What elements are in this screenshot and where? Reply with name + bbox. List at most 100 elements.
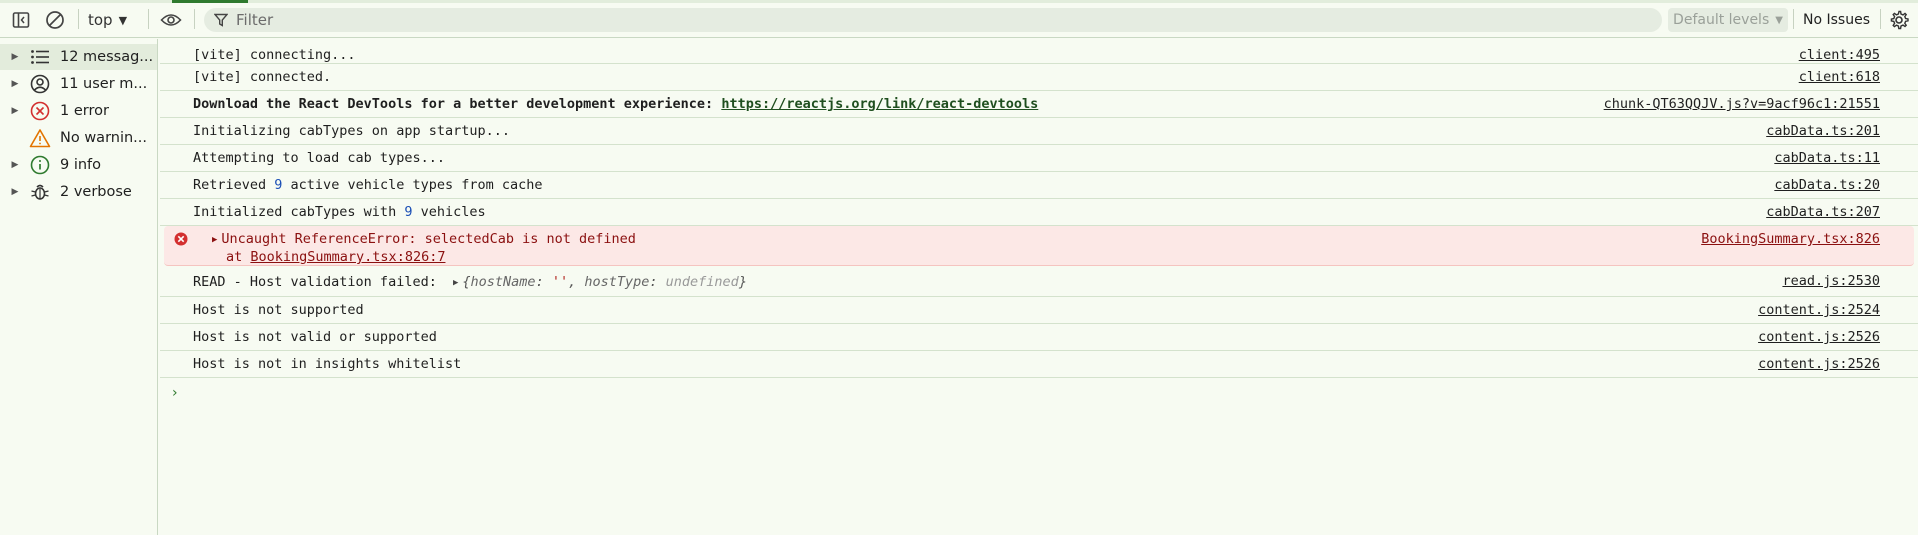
source-link[interactable]: cabData.ts:207 bbox=[1766, 204, 1880, 220]
object-value: '' bbox=[551, 274, 569, 290]
sidebar-item-label: 12 messag... bbox=[60, 49, 154, 65]
message-text-prefix: READ - Host validation failed: bbox=[193, 274, 445, 290]
sidebar-item-info[interactable]: ▶ 9 info bbox=[0, 152, 157, 178]
sidebar-item-label: 9 info bbox=[60, 157, 102, 173]
expand-arrow-icon[interactable]: ▶ bbox=[212, 235, 217, 245]
log-levels-dropdown[interactable]: Default levels ▼ bbox=[1668, 8, 1788, 32]
panel-tab-strip bbox=[0, 0, 1918, 3]
issues-label: No Issues bbox=[1803, 12, 1870, 28]
issues-counter-button[interactable]: No Issues bbox=[1803, 6, 1870, 34]
warning-icon bbox=[28, 127, 52, 149]
expand-arrow-icon[interactable]: ▶ bbox=[453, 278, 458, 288]
expand-arrow-icon[interactable]: ▶ bbox=[0, 160, 22, 170]
expand-arrow-icon[interactable]: ▶ bbox=[0, 52, 22, 62]
message-text: Download the React DevTools for a better… bbox=[193, 96, 1038, 112]
context-selector[interactable]: top ▼ bbox=[88, 6, 127, 34]
expand-arrow-icon[interactable]: ▶ bbox=[0, 187, 22, 197]
source-link[interactable]: client:618 bbox=[1799, 69, 1880, 85]
object-key: hostName bbox=[470, 274, 536, 290]
console-prompt[interactable]: › bbox=[172, 385, 178, 401]
sidebar-item-messages[interactable]: ▶ 12 messag... bbox=[0, 44, 157, 70]
live-expression-button[interactable] bbox=[156, 6, 186, 34]
console-message[interactable]: Initialized cabTypes with 9 vehicles cab… bbox=[160, 199, 1918, 226]
message-text: [vite] connected. bbox=[193, 69, 332, 85]
message-text: Attempting to load cab types... bbox=[193, 150, 445, 166]
message-text: Retrieved 9 active vehicle types from ca… bbox=[193, 177, 543, 193]
toolbar-separator bbox=[78, 9, 79, 29]
object-brace: { bbox=[462, 274, 471, 290]
object-key: hostType bbox=[584, 274, 650, 290]
expand-arrow-icon[interactable]: ▶ bbox=[0, 79, 22, 89]
console-message[interactable]: Host is not valid or supported content.j… bbox=[160, 324, 1918, 351]
console-message[interactable]: [vite] connecting... client:495 bbox=[160, 42, 1918, 64]
prompt-chevron-icon: › bbox=[172, 385, 178, 401]
console-message[interactable]: Attempting to load cab types... cabData.… bbox=[160, 145, 1918, 172]
sidebar-item-errors[interactable]: ▶ 1 error bbox=[0, 98, 157, 124]
source-link[interactable]: cabData.ts:11 bbox=[1774, 150, 1880, 166]
sidebar-item-user-messages[interactable]: ▶ 11 user m... bbox=[0, 71, 157, 97]
source-link[interactable]: client:495 bbox=[1799, 47, 1880, 63]
toolbar-separator bbox=[194, 9, 195, 29]
console-toolbar: top ▼ Default levels ▼ No Issues bbox=[0, 0, 1918, 38]
filter-input[interactable] bbox=[236, 11, 1636, 29]
object-preview[interactable]: {hostName: '', hostType: undefined} bbox=[462, 274, 747, 290]
sidebar-item-label: 2 verbose bbox=[60, 184, 132, 200]
source-link[interactable]: cabData.ts:20 bbox=[1774, 177, 1880, 193]
sidebar-item-label: No warnin... bbox=[60, 130, 148, 146]
console-settings-button[interactable] bbox=[1885, 6, 1913, 34]
source-link[interactable]: BookingSummary.tsx:826 bbox=[1701, 231, 1880, 247]
console-message[interactable]: Download the React DevTools for a better… bbox=[160, 91, 1918, 118]
message-text: ▶ Uncaught ReferenceError: selectedCab is… bbox=[212, 231, 636, 247]
clear-console-button[interactable] bbox=[42, 6, 68, 34]
error-icon bbox=[28, 100, 52, 122]
message-text-part: active vehicle types from cache bbox=[282, 177, 543, 193]
message-text-prefix: Download the React DevTools for a better… bbox=[193, 96, 722, 112]
levels-label: Default levels bbox=[1673, 12, 1770, 28]
error-icon bbox=[174, 232, 188, 250]
stack-trace: at BookingSummary.tsx:826:7 bbox=[226, 249, 445, 265]
sidebar-item-warnings[interactable]: No warnin... bbox=[0, 125, 157, 151]
console-message[interactable]: Host is not supported content.js:2524 bbox=[160, 297, 1918, 324]
toolbar-separator bbox=[148, 9, 149, 29]
clear-icon bbox=[46, 11, 64, 29]
message-text: Host is not valid or supported bbox=[193, 329, 437, 345]
expand-arrow-icon[interactable]: ▶ bbox=[0, 106, 22, 116]
error-text: Uncaught ReferenceError: selectedCab is … bbox=[221, 231, 636, 247]
sidebar-toggle-button[interactable] bbox=[8, 6, 34, 34]
console-message[interactable]: Retrieved 9 active vehicle types from ca… bbox=[160, 172, 1918, 199]
console-error-message[interactable]: ▶ Uncaught ReferenceError: selectedCab is… bbox=[164, 226, 1914, 266]
source-link[interactable]: cabData.ts:201 bbox=[1766, 123, 1880, 139]
source-link[interactable]: read.js:2530 bbox=[1782, 273, 1880, 289]
console-message[interactable]: [vite] connected. client:618 bbox=[160, 64, 1918, 91]
source-link[interactable]: content.js:2526 bbox=[1758, 329, 1880, 345]
source-link[interactable]: chunk-QT63QQJV.js?v=9acf96c1:21551 bbox=[1604, 96, 1880, 112]
eye-icon bbox=[160, 14, 182, 26]
message-text-part: Retrieved bbox=[193, 177, 275, 193]
chevron-down-icon: ▼ bbox=[1775, 14, 1783, 26]
console-message[interactable]: READ - Host validation failed: ▶ {hostNam… bbox=[160, 268, 1918, 297]
sidebar-item-verbose[interactable]: ▶ 2 verbose bbox=[0, 179, 157, 205]
context-label: top bbox=[88, 11, 113, 29]
console-message[interactable]: Host is not in insights whitelist conten… bbox=[160, 351, 1918, 378]
info-icon bbox=[28, 154, 52, 176]
source-link[interactable]: content.js:2524 bbox=[1758, 302, 1880, 318]
message-text-part: Initialized cabTypes with bbox=[193, 204, 405, 220]
message-text: Host is not supported bbox=[193, 302, 364, 318]
console-message[interactable]: Initializing cabTypes on app startup... … bbox=[160, 118, 1918, 145]
devtools-link[interactable]: https://reactjs.org/link/react-devtools bbox=[721, 96, 1038, 112]
toolbar-separator bbox=[1793, 9, 1794, 29]
user-icon bbox=[28, 73, 52, 95]
object-brace: } bbox=[738, 274, 747, 290]
stack-link[interactable]: BookingSummary.tsx:826:7 bbox=[250, 249, 445, 265]
message-text: Host is not in insights whitelist bbox=[193, 356, 462, 372]
bug-icon bbox=[28, 181, 52, 203]
sidebar-item-label: 11 user m... bbox=[60, 76, 148, 92]
stack-prefix: at bbox=[226, 249, 251, 265]
sidebar-toggle-icon bbox=[12, 12, 30, 28]
console-sidebar: ▶ 12 messag... ▶ 11 user m... ▶ 1 error … bbox=[0, 39, 158, 535]
active-tab-indicator bbox=[172, 0, 248, 3]
toolbar-separator bbox=[1880, 9, 1881, 29]
chevron-down-icon: ▼ bbox=[118, 13, 128, 27]
source-link[interactable]: content.js:2526 bbox=[1758, 356, 1880, 372]
gear-icon bbox=[1890, 10, 1909, 30]
